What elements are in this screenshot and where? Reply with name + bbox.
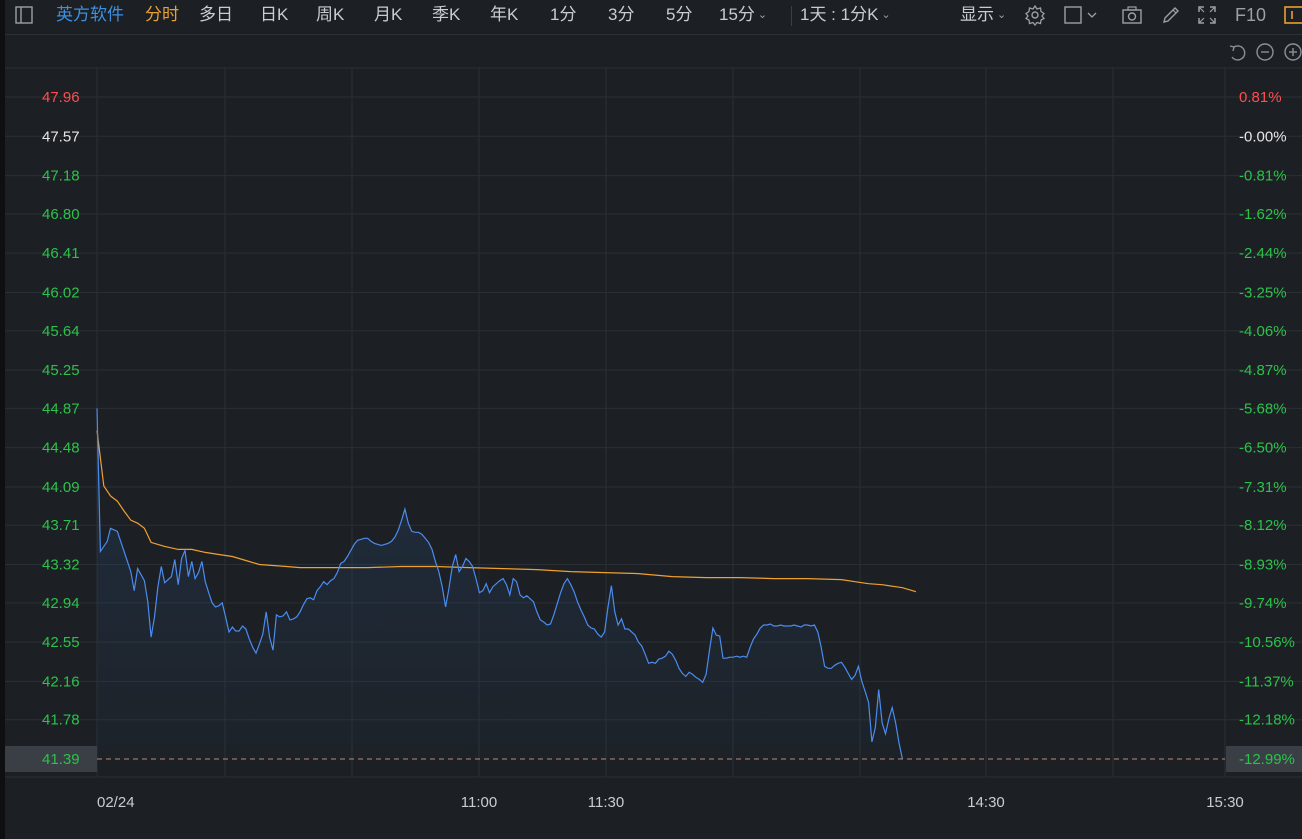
percent-tick-label: -0.81% (1239, 168, 1287, 185)
price-tick-label: 42.94 (42, 595, 80, 612)
zoom-out-icon[interactable] (1256, 43, 1274, 61)
percent-tick-label: -12.18% (1239, 712, 1295, 729)
price-tick-label: 44.87 (42, 400, 80, 417)
price-tick-label: 41.78 (42, 712, 80, 729)
zoom-in-icon[interactable] (1284, 43, 1302, 61)
price-tick-label: 44.09 (42, 479, 80, 496)
time-tick-label: 14:30 (967, 794, 1005, 811)
price-tick-label: 45.25 (42, 362, 80, 379)
price-tick-label: 45.64 (42, 323, 80, 340)
percent-axis: 0.81% -0.00% -0.81% -1.62% -2.44% -3.25% -4.06… (1226, 89, 1302, 772)
time-tick-label: 11:00 (461, 794, 497, 811)
percent-tick-label: -1.62% (1239, 206, 1287, 223)
percent-tick-label: -10.56% (1239, 634, 1295, 651)
time-tick-label: 11:30 (588, 794, 624, 811)
percent-tick-label: -8.93% (1239, 557, 1287, 574)
price-tick-label: 42.16 (42, 673, 80, 690)
price-tick-label: 46.02 (42, 284, 80, 301)
percent-tick-label: 0.81% (1239, 89, 1282, 106)
percent-tick-label: -8.12% (1239, 517, 1287, 534)
time-tick-label: 15:30 (1206, 794, 1244, 811)
time-axis: 02/24 11:00 11:30 14:30 15:30 (97, 794, 1244, 811)
price-tick-label: 47.57 (42, 128, 80, 145)
percent-tick-label: -4.06% (1239, 323, 1287, 340)
intraday-chart[interactable]: 47.96 47.57 47.18 46.80 46.41 46.02 45.64 45.25… (0, 0, 1302, 839)
percent-tick-label: -6.50% (1239, 440, 1287, 457)
percent-tick-label: -0.00% (1239, 128, 1287, 145)
price-tick-label: 43.71 (42, 517, 80, 534)
price-tick-label: 43.32 (42, 557, 80, 574)
price-area-fill (97, 408, 903, 759)
zoom-controls (1229, 43, 1302, 61)
percent-tick-label: -9.74% (1239, 595, 1287, 612)
percent-tick-label: -12.99% (1239, 751, 1295, 768)
price-tick-label: 46.41 (42, 245, 80, 262)
average-price-line (96, 430, 917, 593)
price-tick-label: 47.96 (42, 89, 80, 106)
percent-tick-label: -5.68% (1239, 400, 1287, 417)
percent-tick-label: -7.31% (1239, 479, 1287, 496)
price-tick-label: 41.39 (42, 751, 80, 768)
percent-tick-label: -4.87% (1239, 362, 1287, 379)
price-tick-label: 42.55 (42, 634, 80, 651)
percent-tick-label: -2.44% (1239, 245, 1287, 262)
percent-tick-label: -3.25% (1239, 284, 1287, 301)
price-axis: 47.96 47.57 47.18 46.80 46.41 46.02 45.64 45.25… (5, 89, 97, 772)
price-tick-label: 46.80 (42, 206, 80, 223)
undo-icon[interactable] (1229, 45, 1246, 61)
time-tick-label: 02/24 (97, 794, 135, 811)
price-tick-label: 44.48 (42, 440, 80, 457)
percent-tick-label: -11.37% (1239, 673, 1294, 690)
price-tick-label: 47.18 (42, 168, 80, 185)
